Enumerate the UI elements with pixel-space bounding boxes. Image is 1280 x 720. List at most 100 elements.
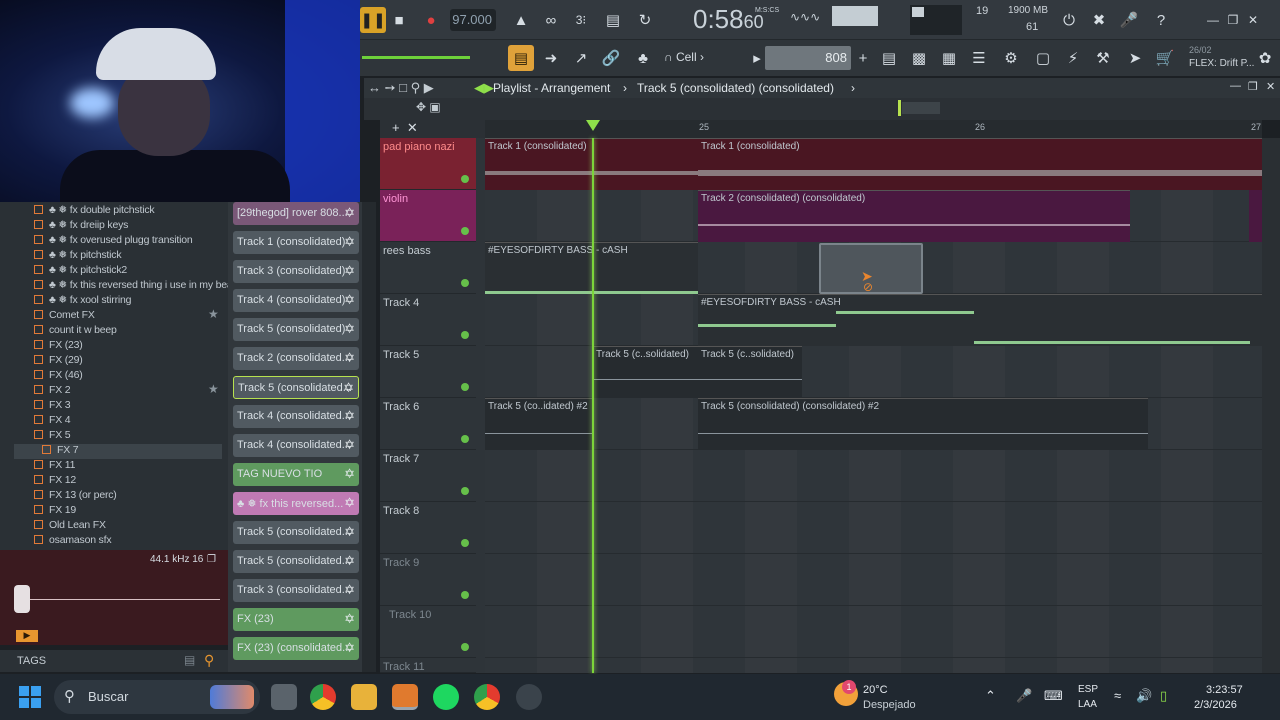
snap-icon[interactable]: ✥ ▣ bbox=[416, 100, 441, 114]
loop-record-icon[interactable]: ↻ bbox=[632, 7, 658, 33]
browser-item[interactable]: ♣ ❅ fx pitchstick bbox=[34, 249, 122, 264]
picker-item[interactable]: Track 4 (consolidated... ✡ bbox=[233, 405, 359, 428]
picker-item[interactable]: TAG NUEVO TIO ✡ bbox=[233, 463, 359, 486]
picker-item[interactable]: Track 3 (consolidated) ✡ bbox=[233, 260, 359, 283]
plugin-icon[interactable]: ⚡ bbox=[1060, 45, 1086, 71]
microphone-icon[interactable]: 🎤 bbox=[1016, 688, 1032, 704]
browser-item[interactable]: FX (23) bbox=[34, 339, 83, 354]
track-header[interactable]: rees bass bbox=[380, 242, 476, 294]
picker-item[interactable]: Track 3 (consolidated... ✡ bbox=[233, 579, 359, 602]
sample-preview[interactable]: 44.1 kHz 16 ❐ ▶ bbox=[0, 550, 228, 645]
browser-item[interactable]: FX 13 (or perc) bbox=[34, 489, 117, 504]
piano-roll-icon[interactable]: ▩ bbox=[906, 45, 932, 71]
tempo-display[interactable]: 97.000 bbox=[450, 9, 496, 31]
browser-item[interactable]: FX 5 bbox=[34, 429, 71, 444]
record-button[interactable]: ● bbox=[418, 7, 444, 33]
star-icon[interactable]: ★ bbox=[208, 382, 219, 396]
track-header[interactable]: Track 6 bbox=[380, 398, 476, 450]
link-icon[interactable]: 🔗 bbox=[598, 45, 624, 71]
picker-item[interactable]: FX (23) ✡ bbox=[233, 608, 359, 631]
playlist-scrollbar[interactable] bbox=[1262, 138, 1280, 673]
playlist-overview[interactable]: ✥ ▣ bbox=[364, 98, 1280, 120]
track-header[interactable]: Track 11 bbox=[380, 658, 476, 673]
audio-clip-edge[interactable] bbox=[1249, 190, 1262, 242]
browser-item[interactable]: ♣ ❅ fx double pitchstick bbox=[34, 204, 155, 219]
picker-item[interactable]: Track 4 (consolidated) ✡ bbox=[233, 289, 359, 312]
browser-item[interactable]: ♣ ❅ fx pitchstick2 bbox=[34, 264, 127, 279]
minimize-icon[interactable]: — bbox=[1230, 80, 1241, 92]
star-icon[interactable]: ★ bbox=[208, 307, 219, 321]
language-layout[interactable]: LAA bbox=[1078, 699, 1097, 710]
metronome-icon[interactable]: ▲ bbox=[508, 7, 534, 33]
battery-icon[interactable]: ▯ bbox=[1160, 688, 1167, 704]
picker-item[interactable]: Track 5 (consolidated) ✡ bbox=[233, 318, 359, 341]
browser-item[interactable]: FX 3 bbox=[34, 399, 71, 414]
track-mute-led[interactable] bbox=[461, 279, 469, 287]
tools-icons[interactable]: ↔ ➙ □ ⚲ ▶ bbox=[368, 80, 434, 96]
close-icon[interactable]: ✕ bbox=[1266, 80, 1275, 93]
maximize-icon[interactable]: ❐ bbox=[1248, 80, 1258, 93]
browser-item[interactable]: count it w beep bbox=[34, 324, 117, 339]
cross-tool-icon[interactable]: ✖ bbox=[1086, 7, 1112, 33]
play-sample-icon[interactable]: ▶ bbox=[16, 630, 38, 642]
browser-item[interactable]: ♣ ❅ fx overused plugg transition bbox=[34, 234, 193, 249]
track-header[interactable]: violin bbox=[380, 190, 476, 242]
track-mute-led[interactable] bbox=[461, 487, 469, 495]
browser-item[interactable]: FX (29) bbox=[34, 354, 83, 369]
playlist-icon[interactable]: ▤ bbox=[876, 45, 902, 71]
picker-item[interactable]: ♣ ❅ fx this reversed... ✡ bbox=[233, 492, 359, 515]
track-mute-led[interactable] bbox=[461, 383, 469, 391]
audio-clip[interactable]: Track 5 (c..solidated) bbox=[593, 346, 698, 398]
help-icon[interactable]: ? bbox=[1148, 7, 1174, 33]
pause-button[interactable]: ❚❚ bbox=[360, 7, 386, 33]
audio-clip[interactable]: Track 5 (c..solidated) bbox=[698, 346, 802, 398]
keyboard-icon[interactable]: ⌨ bbox=[1044, 688, 1063, 704]
snap-selector[interactable]: ∩ Cell › bbox=[664, 50, 704, 64]
chrome-profile-icon[interactable] bbox=[474, 684, 500, 710]
picker-item[interactable]: Track 1 (consolidated) ✡ bbox=[233, 231, 359, 254]
chrome-icon[interactable] bbox=[310, 684, 336, 710]
microphone-icon[interactable]: 🎤 bbox=[1116, 7, 1142, 33]
track-mute-led[interactable] bbox=[461, 539, 469, 547]
search-icon[interactable]: ⚲ bbox=[204, 652, 214, 669]
picker-item[interactable]: Track 4 (consolidated... ✡ bbox=[233, 434, 359, 457]
chevron-up-icon[interactable]: ⌃ bbox=[985, 688, 996, 704]
volume-icon[interactable]: 🔊 bbox=[1136, 688, 1152, 704]
track-mute-led[interactable] bbox=[461, 643, 469, 651]
pattern-selector[interactable]: 808 bbox=[765, 46, 851, 70]
fl-studio-icon[interactable] bbox=[392, 684, 418, 710]
browser-icon[interactable]: ⚙ bbox=[998, 45, 1024, 71]
countdown-icon[interactable]: 3⁝ bbox=[568, 7, 594, 33]
file-icon[interactable]: ▢ bbox=[1030, 45, 1056, 71]
mixer-icon[interactable]: ☰ bbox=[966, 45, 992, 71]
browser-item[interactable]: FX 11 bbox=[34, 459, 75, 474]
pattern-clip[interactable]: #EYESOFDIRTY BASS - cASH bbox=[698, 294, 1262, 346]
browser-item[interactable]: FX 12 bbox=[34, 474, 76, 489]
browser-item[interactable]: FX 19 bbox=[34, 504, 76, 519]
logo-icon[interactable]: ✿ bbox=[1252, 45, 1278, 71]
picker-item[interactable]: Track 5 (consolidated... ✡ bbox=[233, 550, 359, 573]
picker-item[interactable]: Track 2 (consolidated... ✡ bbox=[233, 347, 359, 370]
audio-clip[interactable]: Track 5 (co..idated) #2 bbox=[485, 398, 593, 450]
picker-item[interactable]: [29thegod] rover 808... ✡ bbox=[233, 202, 359, 225]
track-header[interactable]: Track 7 bbox=[380, 450, 476, 502]
send-icon[interactable]: ➤ bbox=[1122, 45, 1148, 71]
browser-item[interactable]: ♣ ❅ fx xool stirring bbox=[34, 294, 131, 309]
browser-item[interactable]: FX 4 bbox=[34, 414, 71, 429]
arrow-right-icon[interactable]: ➜ bbox=[538, 45, 564, 71]
track-header[interactable]: Track 8 bbox=[380, 502, 476, 554]
track-header[interactable]: Track 5 bbox=[380, 346, 476, 398]
stop-button[interactable]: ■ bbox=[386, 7, 412, 33]
file-explorer-icon[interactable] bbox=[351, 684, 377, 710]
copy-icon[interactable]: ❐ bbox=[207, 554, 216, 565]
taskbar-search[interactable]: ⚲ Buscar bbox=[54, 680, 260, 714]
windows-start-icon[interactable] bbox=[19, 686, 41, 708]
picker-scrollbar[interactable] bbox=[362, 202, 376, 672]
close-icon[interactable]: ✕ bbox=[1240, 7, 1266, 33]
track-header[interactable]: Track 10 bbox=[380, 606, 476, 658]
wait-record-icon[interactable]: ∞ bbox=[538, 7, 564, 33]
power-icon[interactable]: ⏻ bbox=[1056, 7, 1082, 33]
wifi-icon[interactable]: ≈ bbox=[1114, 688, 1121, 703]
play-icon[interactable]: ◀▶ bbox=[474, 80, 494, 96]
channel-rack-icon[interactable]: ▦ bbox=[936, 45, 962, 71]
